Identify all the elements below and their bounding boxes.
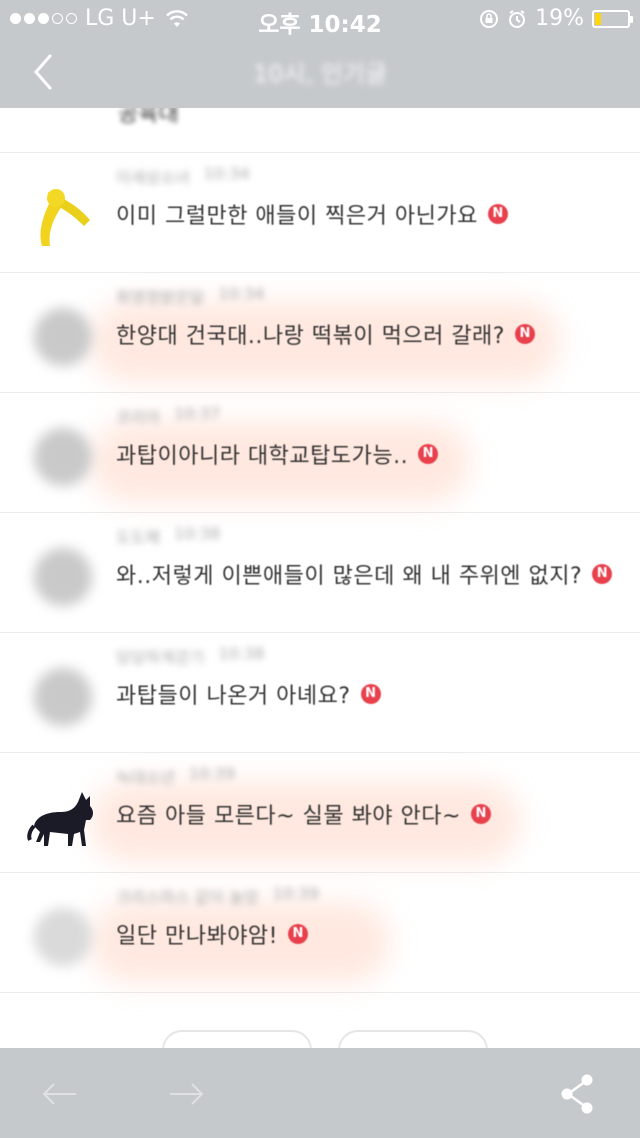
comment-time: 10:34 — [218, 284, 265, 303]
comment-list[interactable]: 공육대 이세상소녀 10:34 이미 그럴만한 애들이 찍은거 아닌가요 N 휘… — [0, 108, 640, 1048]
new-badge: N — [418, 444, 439, 464]
bottom-toolbar — [0, 1048, 640, 1138]
comment-body: 요즘 아들 모른다~ 실물 봐야 안다~ N — [116, 798, 491, 830]
comment-text: 과탑이아니라 대학교탑도가능.. — [116, 444, 409, 469]
new-badge: N — [288, 924, 308, 944]
battery-percent: 19% — [535, 6, 584, 31]
comment-author: 이세상소녀 — [116, 168, 190, 187]
comment-text: 이미 그럴만한 애들이 찍은거 아닌가요 — [116, 204, 478, 229]
comment-meta: 휘영청밝은달 10:34 — [116, 284, 264, 308]
rotation-lock-icon — [480, 9, 499, 28]
comment-meta: 크리스마스 같이 놀았 10:39 — [116, 884, 319, 908]
comment-row[interactable]: 코리아 10:37 과탑이아니라 대학교탑도가능.. N — [0, 392, 640, 513]
comment-meta: 이세상소녀 10:34 — [116, 164, 250, 188]
page-title: 10시, 인기글 — [252, 60, 388, 88]
navigation-bar: 10시, 인기글 — [0, 36, 640, 108]
comment-meta: 도도해 10:38 — [116, 524, 220, 548]
comment-row[interactable]: 당당하게걷기 10:38 과탑들이 나온거 아녜요? N — [0, 632, 640, 753]
comment-meta: 당당하게걷기 10:38 — [116, 644, 264, 668]
user-avatar[interactable] — [34, 548, 92, 606]
comment-author: 당당하게걷기 — [116, 648, 205, 667]
comment-author: 도도해 — [116, 528, 161, 547]
comment-time: 10:39 — [272, 884, 319, 903]
comment-time: 10:34 — [203, 164, 250, 183]
comment-body: 과탑들이 나온거 아녜요? N — [116, 678, 381, 710]
status-right-group: 19% — [479, 6, 633, 31]
comment-body: 일단 만나봐야암! N — [116, 918, 308, 950]
user-avatar[interactable] — [34, 668, 92, 726]
new-badge: N — [514, 324, 535, 344]
list-item[interactable]: 공육대 — [0, 108, 640, 153]
comment-body: 한양대 건국대..나랑 떡볶이 먹으러 갈래? N — [116, 318, 535, 350]
share-icon[interactable] — [558, 1072, 598, 1116]
new-badge: N — [592, 564, 613, 584]
comment-text: 공육대 — [118, 108, 179, 127]
comment-row[interactable]: 휘영청밝은달 10:34 한양대 건국대..나랑 떡볶이 먹으러 갈래? N — [0, 272, 640, 393]
comment-body: 와..저렇게 이쁜애들이 많은데 왜 내 주위엔 없지? N — [116, 558, 613, 590]
back-arrow-icon[interactable] — [40, 1076, 80, 1112]
forward-arrow-icon[interactable] — [166, 1076, 206, 1112]
comment-time: 10:38 — [218, 644, 265, 663]
comment-row[interactable]: 크리스마스 같이 놀았 10:39 일단 만나봐야암! N — [0, 872, 640, 993]
new-badge: N — [360, 684, 381, 704]
comment-author: 휘영청밝은달 — [116, 288, 205, 307]
comment-author: 코리아 — [116, 408, 161, 427]
comment-body: 이미 그럴만한 애들이 찍은거 아닌가요 N — [116, 198, 508, 230]
yellow-ribbon-avatar[interactable] — [24, 176, 100, 252]
status-bar: LG U+ 오후 10:42 19% — [0, 0, 640, 38]
comment-time: 10:39 — [188, 764, 235, 783]
user-avatar[interactable] — [34, 908, 92, 966]
new-badge: N — [470, 804, 491, 824]
comment-text: 와..저렇게 이쁜애들이 많은데 왜 내 주위엔 없지? — [116, 564, 583, 589]
comment-text: 과탑들이 나온거 아녜요? — [116, 684, 351, 709]
comment-author: 크리스마스 같이 놀았 — [116, 888, 259, 907]
comment-text: 요즘 아들 모른다~ 실물 봐야 안다~ — [116, 804, 461, 829]
comment-meta: 늑대소년 10:39 — [116, 764, 235, 788]
comment-body: 과탑이아니라 대학교탑도가능.. N — [116, 438, 439, 470]
comment-meta: 코리아 10:37 — [116, 404, 220, 428]
comment-time: 10:38 — [174, 524, 221, 543]
battery-icon — [592, 9, 633, 28]
wolf-avatar[interactable] — [24, 776, 100, 852]
user-avatar[interactable] — [34, 428, 92, 486]
comment-row[interactable]: 이세상소녀 10:34 이미 그럴만한 애들이 찍은거 아닌가요 N — [0, 152, 640, 273]
comment-row[interactable]: 도도해 10:38 와..저렇게 이쁜애들이 많은데 왜 내 주위엔 없지? N — [0, 512, 640, 633]
comment-time: 10:37 — [174, 404, 221, 423]
comment-text: 일단 만나봐야암! — [116, 924, 278, 949]
new-badge: N — [487, 204, 508, 224]
comment-text: 한양대 건국대..나랑 떡볶이 먹으러 갈래? — [116, 324, 505, 349]
comment-author: 늑대소년 — [116, 768, 175, 787]
comment-row[interactable]: 늑대소년 10:39 요즘 아들 모른다~ 실물 봐야 안다~ N — [0, 752, 640, 873]
user-avatar[interactable] — [34, 308, 92, 366]
alarm-icon — [509, 9, 526, 28]
